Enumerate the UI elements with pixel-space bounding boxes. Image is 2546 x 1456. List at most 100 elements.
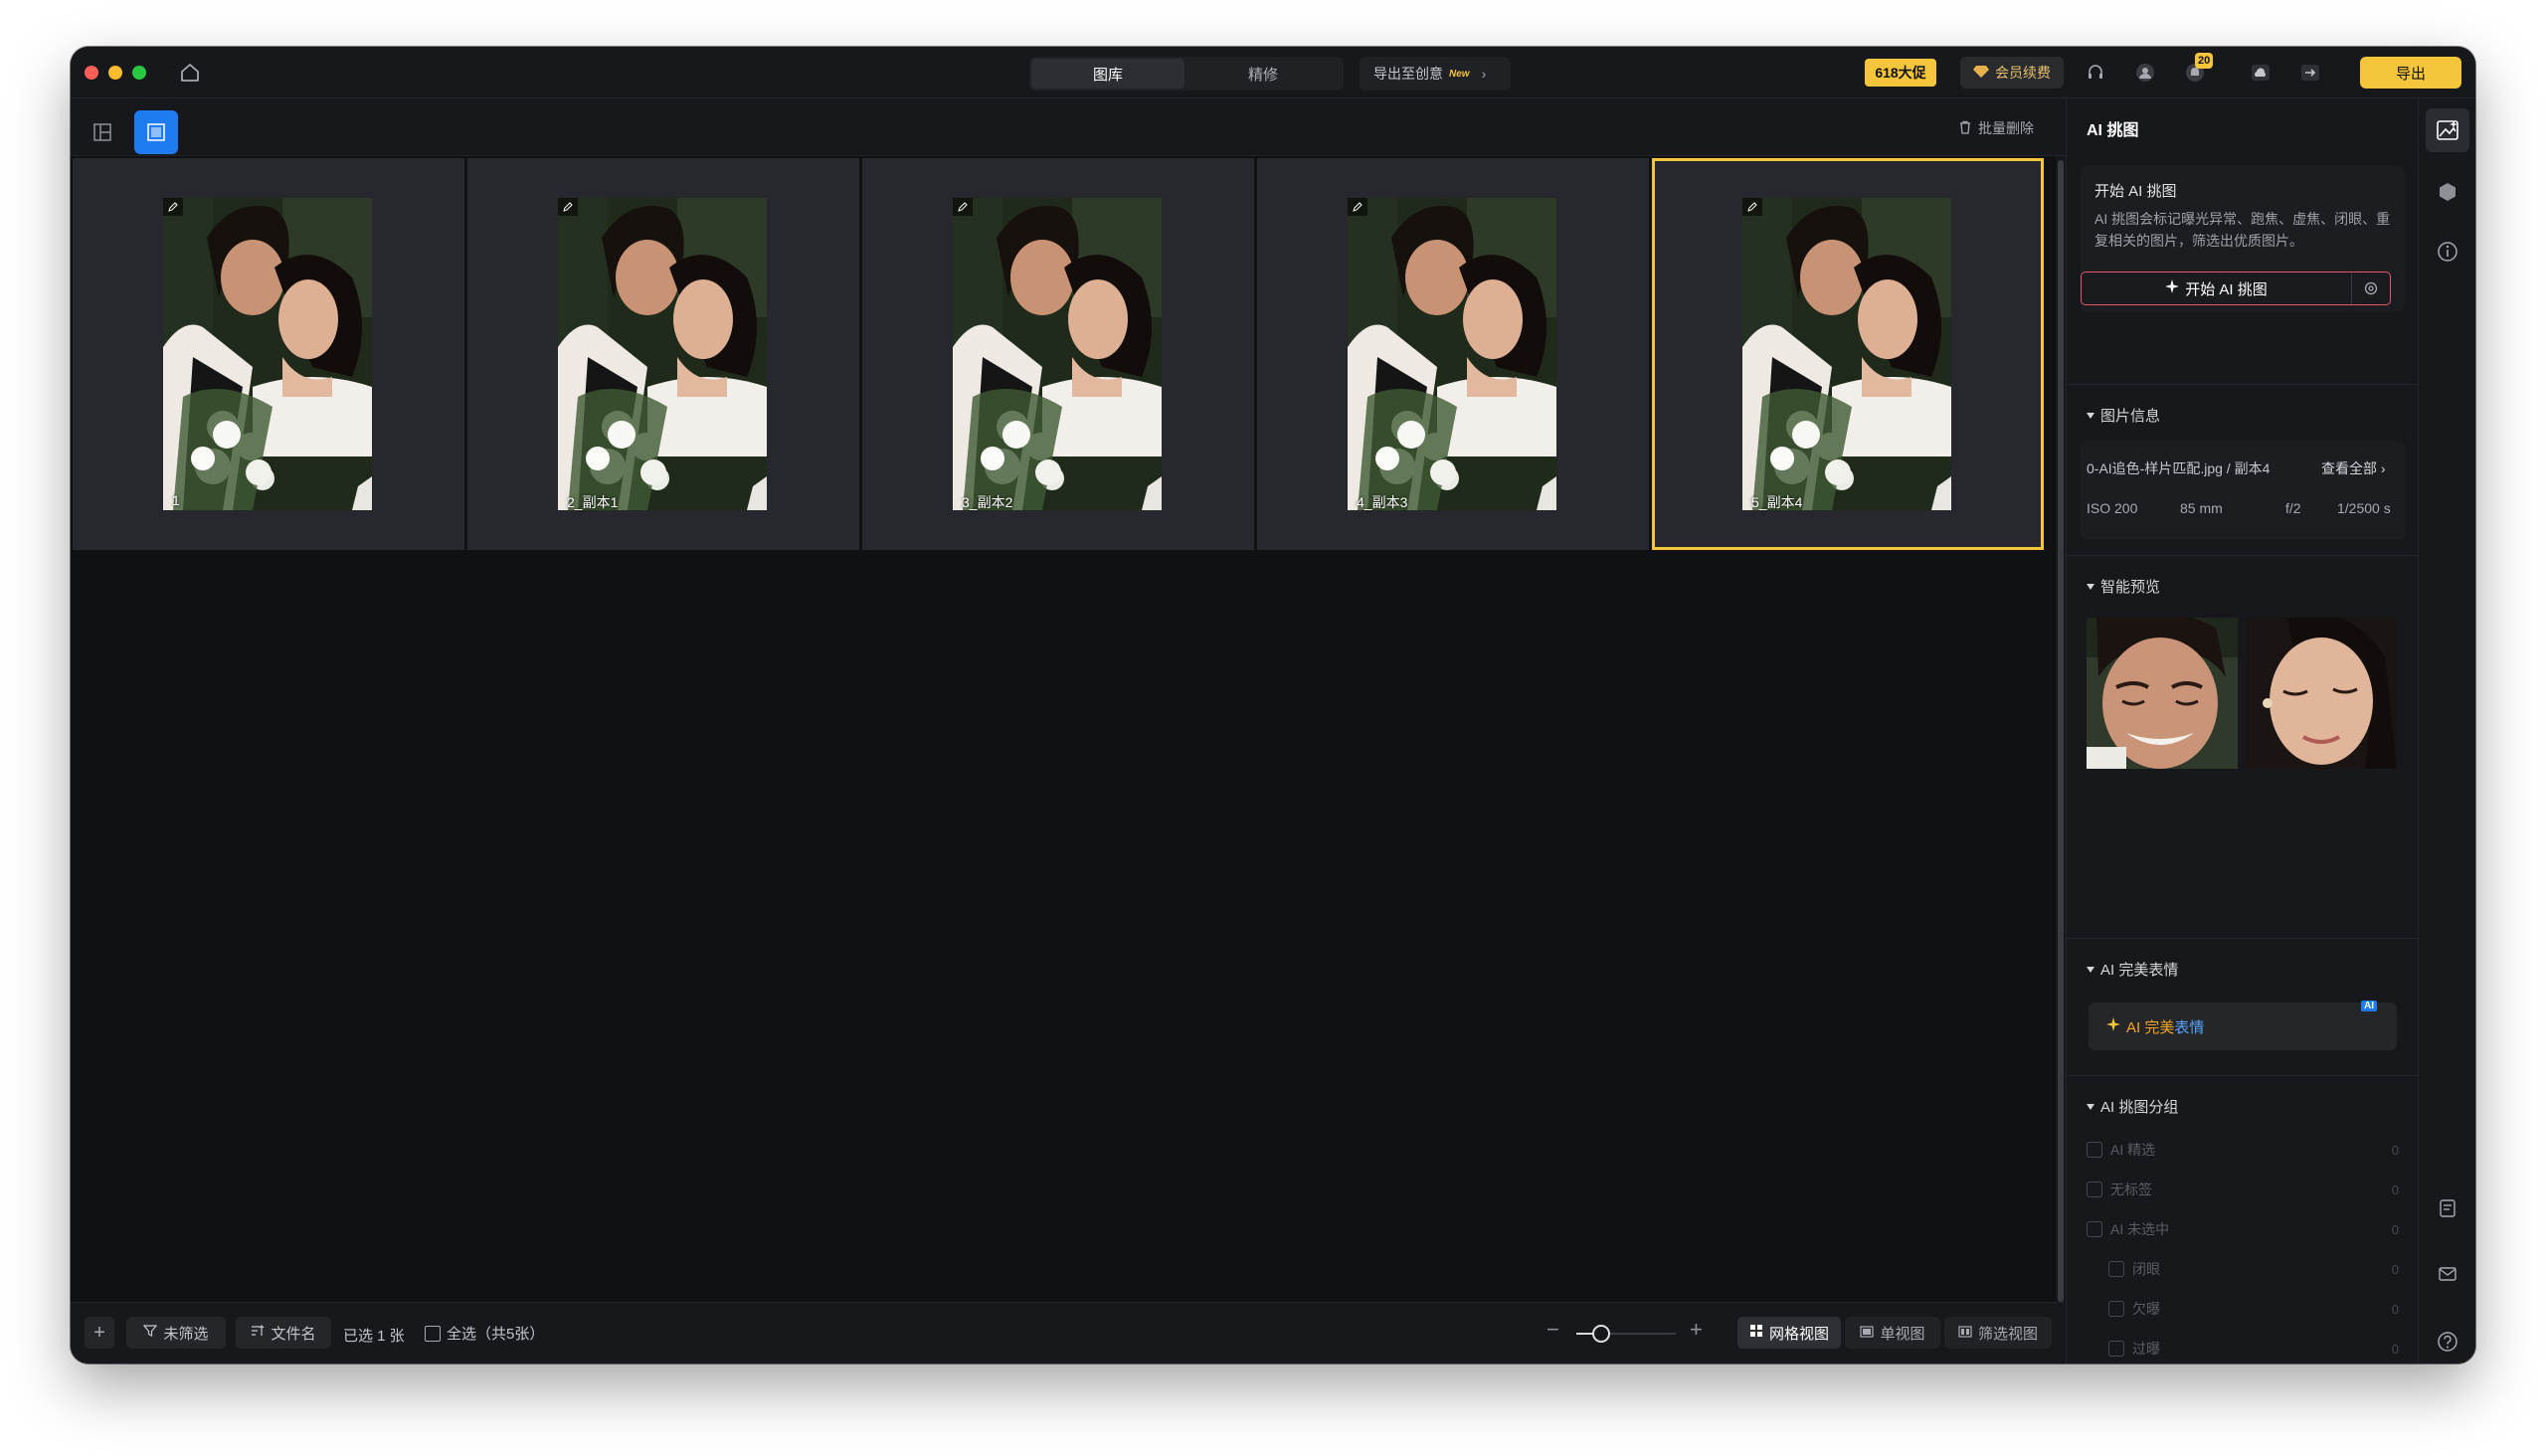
title-bar: 图库 精修 导出至创意 New › 618大促 会员续费 20 导出 bbox=[71, 47, 2475, 98]
checkbox[interactable] bbox=[2108, 1261, 2124, 1277]
export-to-creative-button[interactable]: 导出至创意 New › bbox=[1360, 57, 1511, 91]
zoom-in-icon[interactable]: + bbox=[1690, 1317, 1703, 1343]
preview-face-bride[interactable] bbox=[2246, 618, 2397, 769]
filter-button[interactable]: 未筛选 bbox=[126, 1317, 226, 1349]
grid-view-label: 网格视图 bbox=[1768, 1325, 1829, 1343]
cloud-icon[interactable] bbox=[2247, 59, 2274, 87]
ai-group-row[interactable]: AI 未选中 0 bbox=[2087, 1217, 2399, 1241]
thumbnail-label: 2_副本1 bbox=[567, 494, 619, 510]
wedding-photo bbox=[163, 198, 372, 510]
zoom-slider-knob[interactable] bbox=[1592, 1325, 1610, 1343]
ai-group-row[interactable]: AI 精选 0 bbox=[2087, 1138, 2399, 1162]
scroll-thumb[interactable] bbox=[2058, 160, 2064, 1302]
group-count: 0 bbox=[2391, 1341, 2399, 1357]
trash-icon bbox=[1958, 120, 1972, 137]
single-layout-toggle[interactable] bbox=[134, 110, 178, 154]
wedding-photo bbox=[1348, 198, 1556, 510]
perfect-expression-button[interactable]: AI 完美 表情 bbox=[2089, 1002, 2397, 1050]
ai-groups-heading[interactable]: AI 挑图分组 bbox=[2087, 1096, 2178, 1117]
thumbnail[interactable]: 3_副本2 bbox=[862, 158, 1254, 550]
help-icon[interactable] bbox=[2426, 1320, 2469, 1364]
thumbnail-grid: 1 2_副本1 3_副本2 4_副本3 5_副本4 bbox=[71, 156, 2056, 1302]
grid-scrollbar[interactable] bbox=[2056, 156, 2066, 1302]
headset-icon[interactable] bbox=[2082, 59, 2109, 87]
checkbox[interactable] bbox=[2087, 1182, 2102, 1197]
info-icon[interactable] bbox=[2426, 230, 2469, 273]
export-button[interactable]: 导出 bbox=[2360, 57, 2461, 89]
thumbnail[interactable]: 4_副本3 bbox=[1257, 158, 1649, 550]
batch-delete-button[interactable]: 批量删除 bbox=[1958, 118, 2034, 138]
notes-icon[interactable] bbox=[2426, 1186, 2469, 1230]
wedding-photo bbox=[558, 198, 767, 510]
chevron-right-icon: › bbox=[2380, 460, 2386, 476]
sort-button[interactable]: 文件名 bbox=[236, 1317, 331, 1349]
add-button[interactable]: + bbox=[85, 1317, 114, 1349]
notification-count: 20 bbox=[2195, 53, 2214, 69]
checkbox[interactable] bbox=[2087, 1142, 2102, 1158]
cube-icon[interactable] bbox=[2426, 170, 2469, 214]
ai-card-description: AI 挑图会标记曝光异常、跑焦、虚焦、闭眼、重复相关的图片，筛选出优质图片。 bbox=[2094, 211, 2391, 249]
group-label: AI 未选中 bbox=[2110, 1221, 2170, 1237]
edited-pencil-icon bbox=[953, 198, 973, 216]
checkbox[interactable] bbox=[2087, 1221, 2102, 1237]
smart-preview-title: 智能预览 bbox=[2100, 579, 2161, 596]
smart-preview-heading[interactable]: 智能预览 bbox=[2087, 576, 2160, 597]
start-ai-pick-button[interactable]: 开始 AI 挑图 bbox=[2081, 272, 2391, 305]
funnel-icon bbox=[143, 1324, 158, 1342]
ai-badge: AI bbox=[2361, 1001, 2377, 1011]
ai-group-row[interactable]: 欠曝 0 bbox=[2108, 1297, 2399, 1321]
smart-preview-section: 智能预览 bbox=[2067, 555, 2419, 938]
mail-icon[interactable] bbox=[2426, 1252, 2469, 1296]
sign-out-icon[interactable] bbox=[2296, 59, 2324, 87]
thumbnail[interactable]: 2_副本1 bbox=[467, 158, 859, 550]
single-view-icon bbox=[1860, 1325, 1875, 1342]
vip-renew-button[interactable]: 会员续费 bbox=[1960, 57, 2064, 89]
sparkle-icon bbox=[2106, 1017, 2120, 1035]
batch-delete-label: 批量删除 bbox=[1978, 120, 2034, 136]
ai-group-row[interactable]: 过曝 0 bbox=[2108, 1337, 2399, 1361]
single-view-button[interactable]: 单视图 bbox=[1845, 1317, 1940, 1349]
preview-face-groom[interactable] bbox=[2087, 618, 2238, 769]
close-window-button[interactable] bbox=[85, 66, 98, 80]
filter-view-button[interactable]: 筛选视图 bbox=[1944, 1317, 2052, 1349]
thumbnail[interactable]: 5_副本4 bbox=[1652, 158, 2044, 550]
library-toolbar: 批量删除 bbox=[71, 98, 2066, 156]
home-icon[interactable] bbox=[178, 61, 202, 85]
chevron-right-icon: › bbox=[1481, 66, 1487, 82]
image-info-title: 图片信息 bbox=[2100, 408, 2161, 425]
tab-library[interactable]: 图库 bbox=[1031, 59, 1184, 89]
checkbox[interactable] bbox=[2108, 1301, 2124, 1317]
promo-badge[interactable]: 618大促 bbox=[1865, 59, 1936, 87]
gear-icon[interactable] bbox=[2352, 280, 2390, 296]
zoom-out-icon[interactable]: − bbox=[1546, 1317, 1559, 1343]
ai-pick-card: 开始 AI 挑图 AI 挑图会标记曝光异常、跑焦、虚焦、闭眼、重复相关的图片，筛… bbox=[2081, 166, 2405, 311]
start-ai-pick-main[interactable]: 开始 AI 挑图 bbox=[2082, 273, 2352, 304]
ai-card-title: 开始 AI 挑图 bbox=[2094, 183, 2177, 200]
minimize-window-button[interactable] bbox=[108, 66, 122, 80]
sort-label: 文件名 bbox=[271, 1325, 316, 1343]
checkbox[interactable] bbox=[2108, 1341, 2124, 1357]
ai-group-row[interactable]: 闭眼 0 bbox=[2108, 1257, 2399, 1281]
view-all-link[interactable]: 查看全部 › bbox=[2321, 458, 2386, 478]
bottom-bar: + 未筛选 文件名 已选 1 张 全选（共5张） − + 网格视图 单视图 筛选… bbox=[71, 1302, 2066, 1364]
split-layout-toggle[interactable] bbox=[81, 110, 124, 154]
thumbnail[interactable]: 1 bbox=[73, 158, 464, 550]
grid-view-button[interactable]: 网格视图 bbox=[1737, 1317, 1841, 1349]
caret-down-icon bbox=[2087, 966, 2094, 973]
perfect-expression-label-ai: AI 完美 bbox=[2126, 1018, 2175, 1036]
user-icon[interactable] bbox=[2131, 59, 2159, 87]
zoom-slider[interactable] bbox=[1576, 1325, 1676, 1343]
group-count: 0 bbox=[2391, 1142, 2399, 1158]
ai-pick-icon[interactable] bbox=[2426, 108, 2469, 152]
select-all-checkbox[interactable]: 全选（共5张） bbox=[425, 1323, 544, 1344]
filter-view-icon bbox=[1958, 1325, 1972, 1342]
checkbox bbox=[425, 1325, 441, 1342]
group-label: 闭眼 bbox=[2132, 1261, 2160, 1277]
tab-retouch[interactable]: 精修 bbox=[1186, 59, 1340, 89]
group-count: 0 bbox=[2391, 1182, 2399, 1197]
ai-group-row[interactable]: 无标签 0 bbox=[2087, 1178, 2399, 1201]
caret-down-icon bbox=[2087, 1103, 2094, 1110]
image-info-heading[interactable]: 图片信息 bbox=[2087, 405, 2160, 426]
zoom-window-button[interactable] bbox=[132, 66, 146, 80]
perfect-expression-heading[interactable]: AI 完美表情 bbox=[2087, 959, 2178, 980]
